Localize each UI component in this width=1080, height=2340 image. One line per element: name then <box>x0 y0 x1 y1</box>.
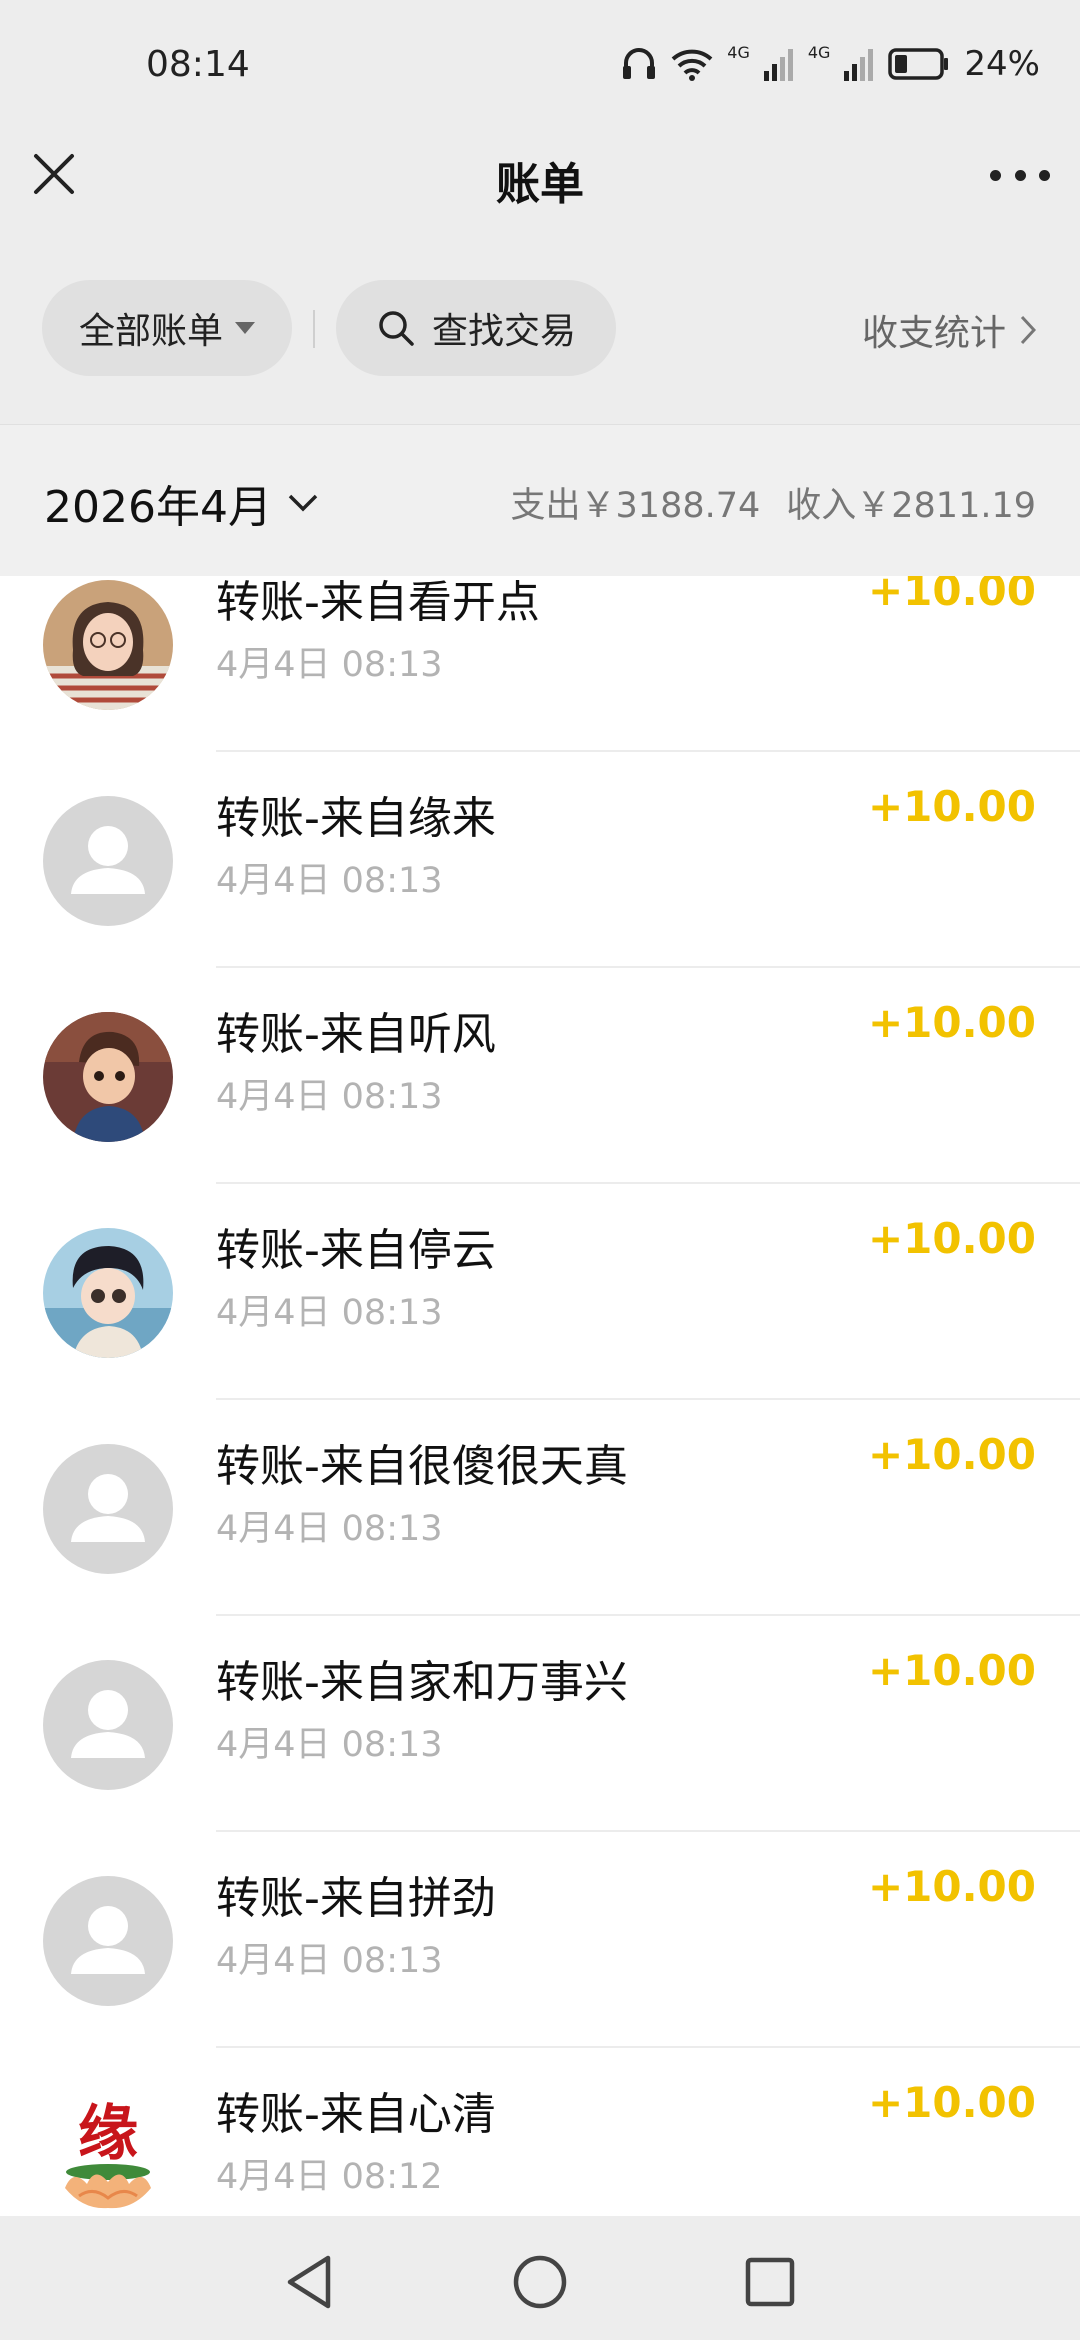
recent-apps-square-icon[interactable] <box>740 2252 800 2312</box>
month-selector[interactable]: 2026年4月 <box>44 471 318 535</box>
transaction-time: 4月4日 08:13 <box>216 1725 443 1765</box>
battery-icon <box>888 48 949 80</box>
signal-icon <box>844 49 874 81</box>
income-expense-stats-link[interactable]: 收支统计 <box>862 304 1036 356</box>
more-icon[interactable] <box>990 160 1050 190</box>
transaction-row[interactable]: 转账-来自听风 4月4日 08:13 +10.00 <box>0 968 1080 1184</box>
all-bills-label: 全部账单 <box>78 311 223 352</box>
transaction-title: 转账-来自听风 <box>216 1009 496 1060</box>
transaction-time: 4月4日 08:13 <box>216 1077 443 1117</box>
status-bar: 08:14 4G 4G 24% <box>0 0 1080 130</box>
search-icon <box>379 311 414 346</box>
network-type-1: 4G <box>727 42 750 62</box>
home-circle-icon[interactable] <box>510 2252 570 2312</box>
transaction-row[interactable]: 转账-来自拼劲 4月4日 08:13 +10.00 <box>0 1832 1080 2048</box>
search-label: 查找交易 <box>431 311 576 352</box>
transaction-amount: +10.00 <box>867 1430 1036 1479</box>
transaction-amount: +10.00 <box>867 1214 1036 1263</box>
month-summary-bar: 2026年4月 支出￥3188.74 收入￥2811.19 <box>0 424 1080 577</box>
search-transactions-button[interactable]: 查找交易 <box>336 280 616 376</box>
wifi-icon <box>671 49 713 81</box>
income-total: 收入￥2811.19 <box>786 486 1036 526</box>
default-avatar-icon <box>43 1660 173 1790</box>
transaction-title: 转账-来自心清 <box>216 2089 496 2140</box>
expense-total: 支出￥3188.74 <box>510 486 761 526</box>
all-bills-dropdown[interactable]: 全部账单 <box>42 280 292 376</box>
transaction-row[interactable]: 转账-来自很傻很天真 4月4日 08:13 +10.00 <box>0 1400 1080 1616</box>
transaction-row[interactable]: 缘 转账-来自心清 4月4日 08:12 +10.00 <box>0 2048 1080 2216</box>
transaction-time: 4月4日 08:13 <box>216 861 443 901</box>
status-icons: 4G 4G 24% <box>621 42 1040 84</box>
transaction-amount: +10.00 <box>867 1646 1036 1695</box>
transaction-time: 4月4日 08:13 <box>216 645 443 685</box>
more-dot <box>990 169 1001 181</box>
transaction-list: 转账-来自看开点 4月4日 08:13 +10.00 转账-来自缘来 4月4日 … <box>0 576 1080 2216</box>
transaction-title: 转账-来自看开点 <box>216 577 540 628</box>
transaction-amount: +10.00 <box>867 576 1036 615</box>
transaction-row[interactable]: 转账-来自停云 4月4日 08:13 +10.00 <box>0 1184 1080 1400</box>
transaction-time: 4月4日 08:13 <box>216 1509 443 1549</box>
more-dot <box>1014 169 1026 181</box>
page-title: 账单 <box>496 159 584 210</box>
divider <box>313 310 315 348</box>
top-area: 08:14 4G 4G 24% 账单 全部账单 查找交易 收支统计 2026年4… <box>0 0 1080 577</box>
default-avatar-icon <box>43 1876 173 2006</box>
avatar <box>43 1228 173 1358</box>
default-avatar-icon <box>43 796 173 926</box>
transaction-title: 转账-来自拼劲 <box>216 1873 496 1924</box>
more-dot <box>1039 169 1050 181</box>
stats-label: 收支统计 <box>861 313 1006 354</box>
transaction-amount: +10.00 <box>867 1862 1036 1911</box>
network-type-2: 4G <box>807 42 831 62</box>
chevron-down-icon <box>288 494 318 512</box>
avatar <box>43 580 173 710</box>
month-summary: 支出￥3188.74 收入￥2811.19 <box>511 477 1036 528</box>
transaction-title: 转账-来自家和万事兴 <box>216 1657 628 1708</box>
transaction-row[interactable]: 转账-来自缘来 4月4日 08:13 +10.00 <box>0 752 1080 968</box>
lotus-avatar: 缘 <box>43 2092 173 2216</box>
transaction-amount: +10.00 <box>867 782 1036 831</box>
transaction-time: 4月4日 08:12 <box>216 2157 443 2197</box>
transaction-amount: +10.00 <box>867 2078 1036 2127</box>
transaction-title: 转账-来自缘来 <box>216 793 496 844</box>
nav-bar: 账单 <box>0 130 1080 250</box>
transaction-time: 4月4日 08:13 <box>216 1293 443 1333</box>
filter-row: 全部账单 查找交易 收支统计 <box>0 280 1080 380</box>
month-label: 2026年4月 <box>44 482 272 533</box>
signal-icon <box>763 49 793 81</box>
chevron-right-icon <box>1020 315 1036 345</box>
back-triangle-icon[interactable] <box>280 2252 340 2312</box>
system-navigation-bar <box>0 2216 1080 2340</box>
default-avatar-icon <box>43 1444 173 1574</box>
headphones-icon <box>623 48 656 79</box>
transaction-row[interactable]: 转账-来自家和万事兴 4月4日 08:13 +10.00 <box>0 1616 1080 1832</box>
avatar <box>43 1012 173 1142</box>
status-time: 08:14 <box>146 44 250 85</box>
transaction-title: 转账-来自停云 <box>216 1225 496 1276</box>
svg-text:缘: 缘 <box>78 2099 138 2169</box>
transaction-row[interactable]: 转账-来自看开点 4月4日 08:13 +10.00 <box>0 576 1080 752</box>
caret-down-icon <box>235 322 255 334</box>
battery-percent: 24% <box>964 44 1040 84</box>
transaction-title: 转账-来自很傻很天真 <box>216 1441 628 1492</box>
transaction-amount: +10.00 <box>867 998 1036 1047</box>
transaction-time: 4月4日 08:13 <box>216 1941 443 1981</box>
